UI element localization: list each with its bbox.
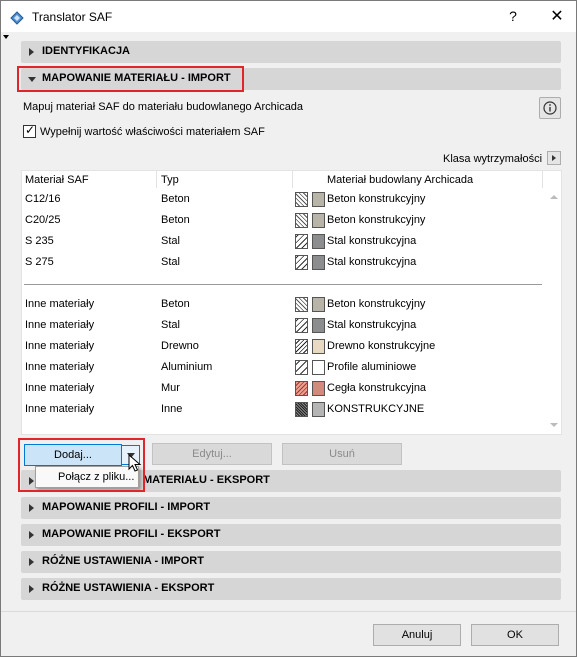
column-header-saf[interactable]: Materiał SAF	[25, 174, 89, 186]
hatch-dense-icon	[295, 402, 308, 417]
expand-arrow-icon	[29, 504, 34, 512]
info-button[interactable]	[539, 97, 561, 119]
expand-arrow-icon	[29, 48, 34, 56]
section-profile-import[interactable]: MAPOWANIE PROFILI - IMPORT	[21, 497, 561, 519]
table-row[interactable]: C20/25 Beton Beton konstrukcyjny	[22, 211, 542, 232]
hatch-steel-icon	[295, 318, 308, 333]
hatch-steel-icon	[295, 234, 308, 249]
title-bar: Translator SAF ? ✕	[1, 1, 576, 32]
resize-marker-icon	[3, 35, 9, 39]
expand-arrow-icon	[29, 558, 34, 566]
color-swatch	[312, 381, 325, 396]
table-row[interactable]: S 275 Stal Stal konstrukcyjna	[22, 253, 542, 274]
arrow-right-icon	[552, 155, 556, 161]
description-text: Mapuj materiał SAF do materiału budowlan…	[23, 101, 304, 113]
delete-button[interactable]: Usuń	[282, 443, 402, 465]
table-row[interactable]: C12/16 Beton Beton konstrukcyjny	[22, 190, 542, 211]
table-row[interactable]: Inne materiały Aluminium Profile aluminio…	[22, 358, 542, 379]
ok-button[interactable]: OK	[471, 624, 559, 646]
table-row[interactable]: Inne materiały Stal Stal konstrukcyjna	[22, 316, 542, 337]
expand-arrow-icon	[29, 531, 34, 539]
color-swatch	[312, 213, 325, 228]
window-title: Translator SAF	[32, 10, 113, 24]
color-swatch	[312, 339, 325, 354]
close-button[interactable]: ✕	[538, 1, 576, 32]
help-button[interactable]: ?	[498, 1, 528, 32]
table-row[interactable]: Inne materiały Mur Cegła konstrukcyjna	[22, 379, 542, 400]
divider	[24, 284, 542, 285]
color-swatch	[312, 255, 325, 270]
section-profile-eksport[interactable]: MAPOWANIE PROFILI - EKSPORT	[21, 524, 561, 546]
cancel-button[interactable]: Anuluj	[373, 624, 461, 646]
hatch-concrete-icon	[295, 192, 308, 207]
section-label: MAPOWANIE PROFILI - EKSPORT	[42, 528, 221, 540]
hatch-aluminium-icon	[295, 360, 308, 375]
table-row[interactable]: Inne materiały Drewno Drewno konstrukcyjn…	[22, 337, 542, 358]
dialog-window: Translator SAF ? ✕ IDENTYFIKACJA MAPOWAN…	[0, 0, 577, 657]
table-row[interactable]: S 235 Stal Stal konstrukcyjna	[22, 232, 542, 253]
table-row[interactable]: Inne materiały Beton Beton konstrukcyjny	[22, 295, 542, 316]
material-mapping-list: Materiał SAF Typ Materiał budowlany Arch…	[21, 170, 562, 435]
highlight-box	[18, 438, 145, 492]
section-label: MAPOWANIE PROFILI - IMPORT	[42, 501, 211, 513]
hatch-wood-icon	[295, 339, 308, 354]
klasa-label: Klasa wytrzymałości	[443, 153, 543, 165]
section-label: MATERIAŁU - EKSPORT	[143, 474, 270, 486]
column-header-typ[interactable]: Typ	[161, 174, 179, 186]
klasa-expand-button[interactable]	[547, 151, 561, 165]
color-swatch	[312, 192, 325, 207]
expand-arrow-icon	[29, 585, 34, 593]
divider	[1, 611, 576, 612]
section-label: IDENTYFIKACJA	[42, 45, 131, 57]
color-swatch	[312, 360, 325, 375]
hatch-concrete-icon	[295, 297, 308, 312]
color-swatch	[312, 297, 325, 312]
app-icon	[9, 9, 25, 25]
edit-button[interactable]: Edytuj...	[152, 443, 272, 465]
color-swatch	[312, 234, 325, 249]
section-rozne-eksport[interactable]: RÓŻNE USTAWIENIA - EKSPORT	[21, 578, 561, 600]
section-label: RÓŻNE USTAWIENIA - IMPORT	[42, 555, 204, 567]
scroll-up-icon[interactable]	[550, 195, 558, 199]
section-identyfikacja[interactable]: IDENTYFIKACJA	[21, 41, 561, 63]
info-icon	[543, 101, 557, 115]
column-header-archicad[interactable]: Materiał budowlany Archicada	[327, 174, 473, 186]
scroll-down-icon[interactable]	[550, 423, 558, 427]
color-swatch	[312, 402, 325, 417]
hatch-brick-icon	[295, 381, 308, 396]
section-label: RÓŻNE USTAWIENIA - EKSPORT	[42, 582, 215, 594]
fill-property-checkbox[interactable]: ✓	[23, 124, 36, 138]
mouse-cursor-icon	[128, 454, 142, 472]
checkbox-label: Wypełnij wartość właściwości materiałem …	[40, 126, 265, 138]
hatch-steel-icon	[295, 255, 308, 270]
highlight-box	[17, 66, 244, 92]
section-rozne-import[interactable]: RÓŻNE USTAWIENIA - IMPORT	[21, 551, 561, 573]
color-swatch	[312, 318, 325, 333]
table-row[interactable]: Inne materiały Inne KONSTRUKCYJNE	[22, 400, 542, 421]
hatch-concrete-icon	[295, 213, 308, 228]
